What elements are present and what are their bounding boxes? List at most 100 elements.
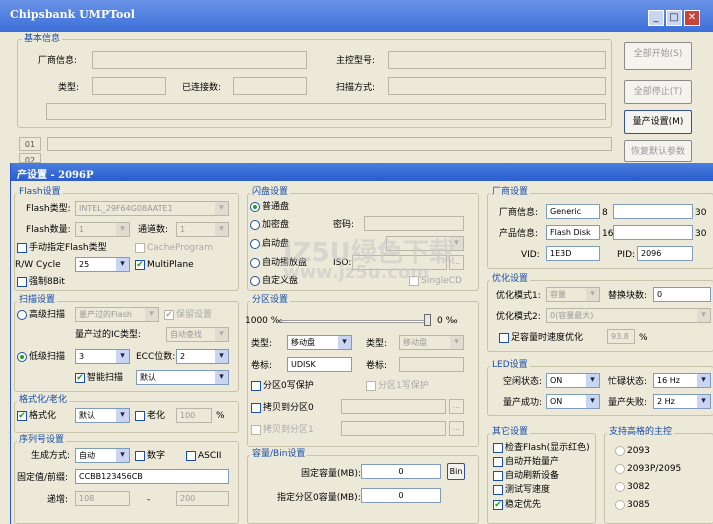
copy0-checkbox[interactable] (251, 403, 261, 413)
rw-cycle-label: R/W Cycle (15, 260, 61, 270)
pid-field[interactable]: 2096 (637, 246, 693, 261)
mode2-select[interactable]: 0(容量最大) (546, 308, 711, 323)
smart-scan-select[interactable]: 默认 (136, 370, 229, 385)
volume1-field[interactable] (399, 357, 464, 372)
channel-label: 通道数: (138, 225, 169, 235)
replace-blocks-field[interactable]: 0 (653, 287, 711, 302)
advanced-scan-select[interactable]: 量产过的Flash (75, 307, 159, 322)
product-extra-field[interactable] (613, 225, 693, 240)
custom-disk-radio[interactable] (250, 276, 260, 286)
format-select[interactable]: 默认 (75, 408, 130, 423)
multiplane-checkbox[interactable]: ✔ (135, 260, 145, 270)
speed-optimize-field[interactable]: 93.8 (607, 329, 635, 344)
volume0-field[interactable]: UDISK (287, 357, 352, 372)
stability-checkbox[interactable]: ✔ (493, 500, 503, 510)
aging-checkbox[interactable] (135, 411, 145, 421)
other-legend: 其它设置 (490, 427, 531, 438)
scan-legend: 扫描设置 (17, 295, 58, 306)
partition1-type-select[interactable]: 移动盘 (399, 335, 464, 350)
vid-field[interactable]: 1E3D (546, 246, 600, 261)
vendor-label: 厂商信息: (499, 208, 539, 218)
ctrl-2093-label: 2093 (627, 446, 650, 456)
controller-support-legend: 支持高格的主控 (607, 427, 675, 438)
restore-defaults-button[interactable]: 恢复默认参数 (624, 140, 692, 162)
led-busy-select[interactable]: 16 Hz (653, 373, 711, 388)
keep-settings-label: 保留设置 (176, 310, 213, 320)
test-speed-checkbox[interactable] (493, 485, 503, 495)
ascii-checkbox[interactable] (186, 451, 196, 461)
speed-optimize-checkbox[interactable] (499, 333, 509, 343)
ctrl-2093-radio[interactable] (615, 446, 625, 456)
led-fail-select[interactable]: 2 Hz (653, 394, 711, 409)
partition-slider-handle[interactable] (424, 314, 431, 326)
prefix-field[interactable]: CCBB123456CB (75, 469, 229, 484)
start-all-button[interactable]: 全部开始(S) (624, 42, 692, 70)
format-label: 格式化 (29, 411, 57, 421)
manual-flash-checkbox[interactable] (17, 243, 27, 253)
led-ok-select[interactable]: ON (546, 394, 600, 409)
partition0-type-select[interactable]: 移动盘 (287, 335, 352, 350)
stop-all-button[interactable]: 全部停止(T) (624, 80, 692, 104)
copy1-field[interactable] (341, 421, 446, 436)
flash-count-select[interactable]: 1 (75, 222, 130, 237)
product-field[interactable]: Flash Disk (546, 225, 600, 240)
settings-button[interactable]: 量产设置(M) (624, 110, 692, 134)
partition0-capacity-field[interactable]: 0 (361, 488, 441, 503)
increment-from-field[interactable]: 108 (75, 491, 130, 506)
keep-settings-checkbox[interactable]: ✔ (164, 310, 174, 320)
wp1-checkbox[interactable] (366, 381, 376, 391)
prefix-label: 固定值/前缀: (17, 473, 69, 483)
copy1-browse-button[interactable]: ... (449, 421, 464, 436)
ctrl-3085-radio[interactable] (615, 500, 625, 510)
led-legend: LED设置 (490, 360, 530, 371)
low-scan-radio[interactable] (17, 352, 27, 362)
low-scan-select[interactable]: 3 (75, 349, 130, 364)
boot-disk-radio[interactable] (250, 239, 260, 249)
minimize-icon[interactable]: _ (648, 10, 664, 26)
wp0-checkbox[interactable] (251, 381, 261, 391)
channel-select[interactable]: 1 (176, 222, 229, 237)
copy1-checkbox[interactable] (251, 425, 261, 435)
smart-scan-checkbox[interactable]: ✔ (75, 373, 85, 383)
ctrl-3082-radio[interactable] (615, 482, 625, 492)
auto-refresh-label: 自动刷新设备 (505, 471, 560, 481)
ecc-select[interactable]: 2 (176, 349, 229, 364)
cache-program-checkbox[interactable] (135, 243, 145, 253)
vendor-length: 8 (602, 208, 608, 218)
maximize-icon[interactable]: □ (666, 10, 682, 26)
serial-gen-select[interactable]: 自动 (75, 448, 130, 463)
copy0-field[interactable] (341, 399, 446, 414)
fixed-capacity-field[interactable]: 0 (361, 464, 441, 479)
encrypt-disk-radio[interactable] (250, 220, 260, 230)
ctrl-2093p-radio[interactable] (615, 464, 625, 474)
ctrl-3082-label: 3082 (627, 482, 650, 492)
format-legend: 格式化/老化 (17, 395, 70, 406)
rw-cycle-select[interactable]: 25 (75, 257, 130, 272)
auto-refresh-checkbox[interactable] (493, 471, 503, 481)
password-field[interactable] (364, 216, 464, 231)
vendor-field[interactable]: Generic (546, 204, 600, 219)
copy0-browse-button[interactable]: ... (449, 399, 464, 414)
autoplay-disk-radio[interactable] (250, 258, 260, 268)
auto-start-checkbox[interactable] (493, 457, 503, 467)
digit-checkbox[interactable] (135, 451, 145, 461)
mode2-label: 优化模式2: (496, 312, 541, 322)
bin-button[interactable]: Bin (447, 463, 465, 480)
ic-type-label: 量产过的IC类型: (75, 330, 141, 340)
increment-to-field[interactable]: 200 (176, 491, 229, 506)
led-idle-select[interactable]: ON (546, 373, 600, 388)
force-8bit-checkbox[interactable] (17, 277, 27, 287)
format-checkbox[interactable]: ✔ (17, 411, 27, 421)
mode1-select[interactable]: 容量 (546, 287, 600, 302)
product-max: 30 (695, 229, 707, 239)
check-flash-checkbox[interactable] (493, 443, 503, 453)
advanced-scan-radio[interactable] (17, 310, 27, 320)
vendor-extra-field[interactable] (613, 204, 693, 219)
ic-type-select[interactable]: 自动查找 (166, 327, 229, 342)
flash-type-select[interactable]: INTEL_29F64G08AATE1 (75, 201, 229, 216)
partition0-capacity-label: 指定分区0容量(MB): (277, 493, 361, 503)
increment-label: 递增: (47, 495, 69, 505)
close-icon[interactable]: ✕ (684, 10, 700, 26)
normal-disk-radio[interactable] (250, 202, 260, 212)
aging-field[interactable]: 100 (176, 408, 212, 423)
